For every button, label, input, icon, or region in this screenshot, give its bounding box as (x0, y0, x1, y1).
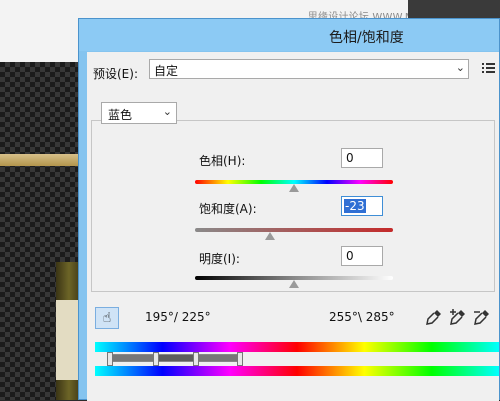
saturation-input[interactable]: -23 (341, 196, 383, 216)
photo-gold-band (0, 154, 78, 166)
channel-dropdown[interactable]: 蓝色 ⌄ (101, 102, 177, 124)
preset-dropdown[interactable]: 自定 ⌄ (149, 59, 469, 79)
chevron-down-icon: ⌄ (162, 105, 172, 118)
channel-value: 蓝色 (108, 108, 133, 122)
list-menu-icon[interactable] (481, 60, 497, 76)
preset-value: 自定 (154, 64, 179, 78)
color-spectrum-top (95, 342, 499, 352)
hue-saturation-dialog: 色相/饱和度 预设(E): 自定 ⌄ 蓝色 ⌄ 色相(H): 0 饱和度(A):… (78, 18, 500, 401)
chevron-down-icon: ⌄ (455, 61, 465, 74)
lightness-slider-thumb[interactable] (289, 280, 299, 288)
lightness-label: 明度(I): (199, 252, 240, 266)
saturation-value: -23 (344, 199, 366, 213)
adjustment-group (91, 120, 495, 292)
dialog-title: 色相/饱和度 (329, 30, 404, 46)
color-spectrum-bottom (95, 366, 499, 376)
dialog-titlebar[interactable]: 色相/饱和度 (79, 19, 499, 51)
range-knob-left-outer[interactable] (107, 352, 113, 366)
hue-input[interactable]: 0 (341, 148, 383, 168)
eyedropper-plus-icon[interactable] (449, 308, 467, 326)
range-knob-right-outer[interactable] (237, 352, 243, 366)
color-range-selection (156, 355, 196, 361)
saturation-slider-thumb[interactable] (265, 232, 275, 240)
range-knob-right-inner[interactable] (193, 352, 199, 366)
eyedropper-minus-icon[interactable] (473, 308, 491, 326)
hand-target-icon[interactable]: ☝ (95, 307, 119, 329)
saturation-slider-track[interactable] (195, 228, 393, 232)
range-knob-left-inner[interactable] (153, 352, 159, 366)
eyedropper-icon[interactable] (425, 308, 443, 326)
range-right-text: 255°\ 285° (329, 310, 395, 324)
lightness-value: 0 (346, 249, 354, 263)
hue-slider-thumb[interactable] (289, 184, 299, 192)
lightness-input[interactable]: 0 (341, 246, 383, 266)
range-left-text: 195°/ 225° (145, 310, 211, 324)
preset-label: 预设(E): (93, 67, 138, 81)
color-range-strip[interactable] (109, 354, 241, 362)
hue-label: 色相(H): (199, 154, 246, 168)
dialog-client: 预设(E): 自定 ⌄ 蓝色 ⌄ 色相(H): 0 饱和度(A): -23 明度… (87, 52, 499, 401)
hue-value: 0 (346, 151, 354, 165)
saturation-label: 饱和度(A): (199, 202, 257, 216)
